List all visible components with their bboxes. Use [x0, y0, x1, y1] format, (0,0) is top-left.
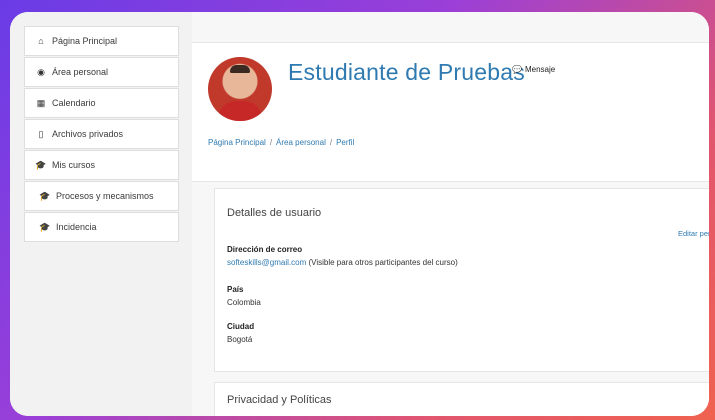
- sidebar-item-label: Procesos y mecanismos: [56, 191, 154, 201]
- message-button[interactable]: 💬 Mensaje: [512, 65, 555, 74]
- sidebar-item-procesos-y-mecanismos[interactable]: 🎓 Procesos y mecanismos: [24, 181, 179, 211]
- main-content: Estudiante de Pruebas 💬 Mensaje Página P…: [192, 12, 709, 416]
- page-title: Estudiante de Pruebas: [288, 59, 525, 85]
- dashboard-icon: ◉: [37, 66, 45, 77]
- email-link[interactable]: softeskills@gmail.com: [227, 258, 306, 267]
- sidebar-item-pagina-principal[interactable]: ⌂ Página Principal: [24, 26, 179, 56]
- graduation-cap-icon: 🎓: [39, 221, 51, 232]
- privacy-title: Privacidad y Políticas: [227, 394, 332, 406]
- sidebar-item-label: Mis cursos: [52, 160, 96, 170]
- sidebar-item-label: Página Principal: [52, 36, 118, 46]
- graduation-cap-icon: 🎓: [39, 190, 51, 201]
- speech-bubble-icon: 💬: [512, 65, 522, 74]
- privacy-card: Privacidad y Políticas: [214, 382, 709, 416]
- user-details-card: Detalles de usuario Editar perf Direcció…: [214, 188, 709, 372]
- sidebar-item-label: Área personal: [52, 67, 109, 77]
- email-value-row: softeskills@gmail.com (Visible para otro…: [227, 258, 458, 267]
- calendar-icon: ▦: [36, 97, 46, 108]
- country-value: Colombia: [227, 298, 261, 307]
- breadcrumb-separator: /: [329, 138, 333, 147]
- message-label: Mensaje: [524, 65, 556, 74]
- sidebar-item-label: Archivos privados: [52, 129, 124, 139]
- avatar-shirt: [218, 101, 262, 121]
- sidebar-item-label: Calendario: [52, 98, 96, 108]
- city-value: Bogotá: [227, 335, 253, 344]
- edit-profile-link[interactable]: Editar perf: [678, 229, 709, 238]
- file-icon: ▯: [38, 128, 44, 139]
- sidebar-nav: ⌂ Página Principal ◉ Área personal ▦ Cal…: [24, 26, 179, 243]
- sidebar-item-incidencia[interactable]: 🎓 Incidencia: [24, 212, 179, 242]
- sidebar: ⌂ Página Principal ◉ Área personal ▦ Cal…: [10, 12, 193, 416]
- breadcrumb-separator: /: [269, 138, 273, 147]
- user-details-title: Detalles de usuario: [227, 207, 322, 219]
- avatar: [208, 57, 272, 121]
- breadcrumb: Página Principal / Área personal / Perfi…: [208, 138, 354, 147]
- city-label: Ciudad: [227, 322, 255, 331]
- sidebar-item-mis-cursos[interactable]: 🎓 Mis cursos: [24, 150, 179, 180]
- breadcrumb-item-pagina-principal[interactable]: Página Principal: [208, 138, 266, 147]
- email-label: Dirección de correo: [227, 245, 303, 254]
- sidebar-item-label: Incidencia: [56, 222, 97, 232]
- avatar-hair: [230, 65, 250, 73]
- sidebar-item-area-personal[interactable]: ◉ Área personal: [24, 57, 179, 87]
- sidebar-item-archivos-privados[interactable]: ▯ Archivos privados: [24, 119, 179, 149]
- sidebar-item-calendario[interactable]: ▦ Calendario: [24, 88, 179, 118]
- country-label: País: [227, 285, 244, 294]
- profile-header: Estudiante de Pruebas 💬 Mensaje Página P…: [192, 42, 709, 182]
- app-window: ⌂ Página Principal ◉ Área personal ▦ Cal…: [10, 12, 709, 416]
- breadcrumb-item-perfil[interactable]: Perfil: [336, 138, 354, 147]
- email-note: (Visible para otros participantes del cu…: [308, 258, 458, 267]
- breadcrumb-item-area-personal[interactable]: Área personal: [276, 138, 326, 147]
- home-icon: ⌂: [38, 36, 44, 46]
- graduation-cap-icon: 🎓: [35, 159, 47, 170]
